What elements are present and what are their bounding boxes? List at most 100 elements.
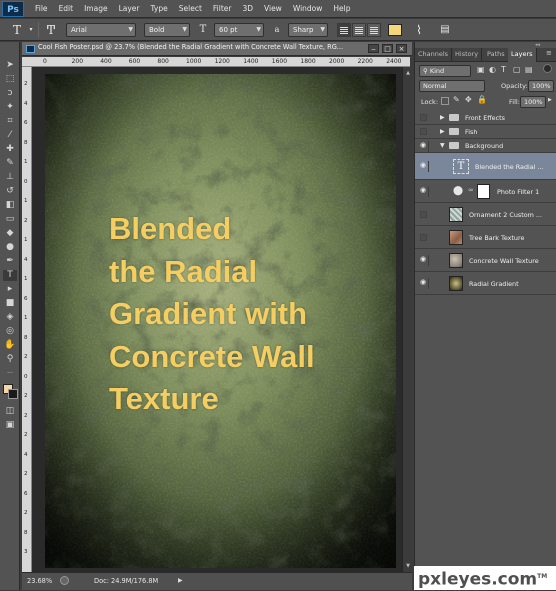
align-right-button[interactable] <box>367 23 381 37</box>
path-selection-icon[interactable]: ▸ <box>3 284 17 295</box>
expand-triangle-icon[interactable]: ▶ <box>440 128 445 135</box>
status-info-icon[interactable] <box>60 576 69 585</box>
poster-canvas[interactable]: Blended the Radial Gradient with Concret… <box>45 74 396 568</box>
opacity-field[interactable]: 100% <box>528 80 554 92</box>
quick-select-tool-icon[interactable]: ✦ <box>3 102 17 113</box>
background-color-swatch[interactable] <box>8 389 18 399</box>
eraser-tool-icon[interactable]: ◧ <box>3 200 17 211</box>
minimize-icon[interactable]: ‒ <box>368 44 379 53</box>
filter-type-icon[interactable]: T <box>501 65 506 74</box>
rectangle-tool-icon[interactable]: ■ <box>3 298 17 309</box>
3d-camera-icon[interactable]: ◎ <box>3 326 17 337</box>
menu-type[interactable]: Type <box>151 4 168 13</box>
menu-filter[interactable]: Filter <box>213 4 232 13</box>
eye-icon[interactable]: ◉ <box>418 141 429 152</box>
3d-tool-icon[interactable]: ◈ <box>3 312 17 323</box>
layer-mask-thumbnail[interactable] <box>477 184 490 199</box>
type-tool-icon[interactable]: T <box>3 270 17 281</box>
marquee-tool-icon[interactable]: ⬚ <box>3 74 17 85</box>
layer-row-tree-bark[interactable]: Tree Bark Texture <box>415 226 556 249</box>
menu-view[interactable]: View <box>264 4 282 13</box>
healing-brush-icon[interactable]: ✚ <box>3 144 17 155</box>
align-left-button[interactable] <box>337 23 351 37</box>
collapse-triangle-icon[interactable]: ▼ <box>440 142 445 149</box>
fill-field[interactable]: 100% <box>520 96 546 108</box>
screen-mode-icon[interactable]: ▣ <box>3 420 17 431</box>
align-center-button[interactable] <box>352 23 366 37</box>
status-menu-arrow-icon[interactable]: ▶ <box>178 577 183 584</box>
visibility-toggle[interactable] <box>420 114 427 121</box>
visibility-toggle[interactable] <box>420 128 427 135</box>
eye-icon[interactable]: ◉ <box>418 255 429 266</box>
crop-tool-icon[interactable]: ⌗ <box>3 116 17 127</box>
eyedropper-tool-icon[interactable]: ⁄ <box>3 130 17 141</box>
blur-tool-icon[interactable]: ◆ <box>3 228 17 239</box>
eye-icon[interactable]: ◉ <box>418 278 429 289</box>
expand-triangle-icon[interactable]: ▶ <box>440 114 445 121</box>
filter-kind-dropdown[interactable]: ⚲ Kind <box>419 65 471 77</box>
lasso-tool-icon[interactable]: ↄ <box>3 88 17 99</box>
blend-mode-dropdown[interactable]: Normal <box>419 80 485 92</box>
menu-layer[interactable]: Layer <box>119 4 140 13</box>
text-orientation-icon[interactable]: Ͳ <box>44 22 58 38</box>
visibility-toggle[interactable] <box>420 211 427 218</box>
clone-stamp-icon[interactable]: ⊥ <box>3 172 17 183</box>
menu-image[interactable]: Image <box>84 4 108 13</box>
menu-window[interactable]: Window <box>293 4 323 13</box>
quick-mask-icon[interactable]: ◫ <box>3 406 17 417</box>
hand-tool-icon[interactable]: ✋ <box>3 340 17 351</box>
brush-tool-icon[interactable]: ✎ <box>3 158 17 169</box>
gradient-tool-icon[interactable]: ▭ <box>3 214 17 225</box>
font-style-dropdown[interactable]: Bold ▼ <box>144 23 190 37</box>
lock-transparent-icon[interactable] <box>441 97 449 105</box>
chevron-right-icon[interactable]: ▶ <box>548 97 552 103</box>
move-tool-icon[interactable]: ➤ <box>3 60 17 71</box>
menu-help[interactable]: Help <box>333 4 350 13</box>
layer-row-concrete-wall[interactable]: ◉ Concrete Wall Texture <box>415 249 556 272</box>
lock-all-icon[interactable]: 🔒 <box>477 95 487 104</box>
tab-paths[interactable]: Paths <box>484 48 509 62</box>
scroll-down-icon[interactable]: ▼ <box>404 562 412 570</box>
zoom-level[interactable]: 23.68% <box>27 577 52 585</box>
layer-row-background[interactable]: ◉ ▼ Background <box>415 139 556 153</box>
menu-edit[interactable]: Edit <box>59 4 74 13</box>
close-icon[interactable]: × <box>396 44 407 53</box>
character-panel-icon[interactable]: ▤ <box>438 22 452 38</box>
tool-preset-dropdown-icon[interactable]: ▾ <box>27 22 35 38</box>
layer-row-text[interactable]: ◉ T Blended the Radial ... <box>415 153 556 180</box>
layer-row-radial-gradient[interactable]: ◉ Radial Gradient <box>415 272 556 295</box>
vertical-scrollbar[interactable]: ▲ ▼ <box>402 67 412 572</box>
text-color-swatch[interactable] <box>388 24 402 36</box>
eye-icon[interactable]: ◉ <box>418 161 429 172</box>
eye-icon[interactable]: ◉ <box>418 186 429 197</box>
filter-toggle-icon[interactable] <box>543 64 552 73</box>
maximize-icon[interactable]: □ <box>382 44 393 53</box>
link-icon[interactable]: ∞ <box>468 186 474 194</box>
layer-row-front-effects[interactable]: ▶ Front Effects <box>415 111 556 125</box>
filter-adjustment-icon[interactable]: ◐ <box>489 65 496 74</box>
pen-tool-icon[interactable]: ✒ <box>3 256 17 267</box>
font-size-dropdown[interactable]: 60 pt ▼ <box>214 23 264 37</box>
history-brush-icon[interactable]: ↺ <box>3 186 17 197</box>
antialias-dropdown[interactable]: Sharp ▼ <box>288 23 328 37</box>
menu-file[interactable]: File <box>35 4 48 13</box>
tab-channels[interactable]: Channels <box>415 48 453 62</box>
lock-position-icon[interactable]: ✥ <box>465 95 472 104</box>
layer-row-ornament[interactable]: Ornament 2 Custom ... <box>415 203 556 226</box>
dodge-tool-icon[interactable]: ● <box>3 242 17 253</box>
type-tool-icon[interactable]: T <box>10 22 24 38</box>
document-tab[interactable]: Cool Fish Poster.psd @ 23.7% (Blended th… <box>22 42 412 56</box>
zoom-tool-icon[interactable]: ⚲ <box>3 354 17 365</box>
lock-pixels-icon[interactable]: ✎ <box>453 95 460 104</box>
more-tools-icon[interactable]: ··· <box>3 368 17 379</box>
tab-history[interactable]: History <box>452 48 483 62</box>
poster-headline-text[interactable]: Blended the Radial Gradient with Concret… <box>109 208 315 421</box>
menu-3d[interactable]: 3D <box>242 4 253 13</box>
warp-text-icon[interactable]: ⌇ <box>412 22 426 38</box>
vertical-ruler[interactable]: 2468101214161820222426283 <box>22 67 32 572</box>
horizontal-ruler[interactable]: 0 200 400 600 800 1000 1200 1400 1600 1800 2000 220… <box>22 57 410 67</box>
visibility-toggle[interactable] <box>420 234 427 241</box>
layer-row-fish[interactable]: ▶ Fish <box>415 125 556 139</box>
filter-pixel-icon[interactable]: ▣ <box>477 65 485 74</box>
panel-menu-icon[interactable]: ≡ <box>546 49 552 57</box>
